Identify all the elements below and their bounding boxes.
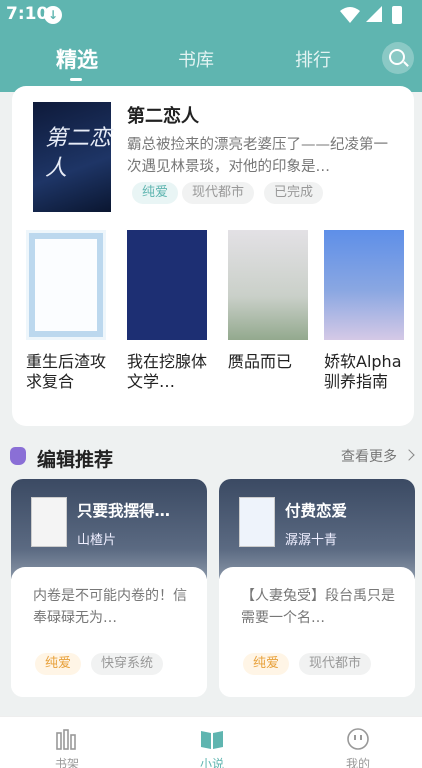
nav-label: 小说 bbox=[199, 757, 224, 768]
book-name: 赝品而已 bbox=[228, 352, 293, 371]
battery-icon bbox=[392, 6, 402, 24]
recommend-panel: 内卷是不可能内卷的！信奉碌碌无为… 纯爱 快穿系统 bbox=[11, 567, 207, 697]
book-cover bbox=[324, 230, 404, 340]
recommend-author: 潺潺十青 bbox=[285, 533, 338, 548]
recommend-card[interactable]: 付费恋爱 潺潺十青 【人妻兔受】段台禹只是需要一个名… 纯爱 现代都市 bbox=[219, 479, 415, 697]
recommend-tag: 快穿系统 bbox=[91, 653, 164, 675]
nav-profile[interactable]: 我的 bbox=[318, 717, 398, 768]
editor-section-icon bbox=[10, 447, 26, 465]
bottom-nav: 书架 小说 我的 bbox=[0, 716, 422, 768]
status-icons bbox=[340, 6, 410, 24]
recommend-tag: 现代都市 bbox=[299, 653, 372, 675]
nav-label: 书架 bbox=[54, 757, 79, 768]
chevron-right-icon[interactable] bbox=[403, 449, 415, 461]
recommend-desc: 内卷是不可能内卷的！信奉碌碌无为… bbox=[33, 588, 187, 626]
book-item[interactable]: 娇软Alpha驯养指南 bbox=[324, 230, 404, 392]
recommend-cover bbox=[31, 497, 67, 547]
recommend-panel: 【人妻兔受】段台禹只是需要一个名… 纯爱 现代都市 bbox=[219, 567, 415, 697]
profile-icon bbox=[347, 728, 369, 750]
book-item[interactable]: 赝品而已 bbox=[228, 230, 308, 372]
top-tabs: 精选 书库 排行 bbox=[0, 40, 422, 84]
book-cover bbox=[228, 230, 308, 340]
book-cover bbox=[26, 230, 106, 340]
recommend-title: 只要我摆得… bbox=[77, 502, 171, 520]
book-item[interactable]: 我在挖腺体文学… bbox=[127, 230, 207, 392]
recommend-desc: 【人妻兔受】段台禹只是需要一个名… bbox=[241, 588, 395, 626]
book-item[interactable]: 重生后渣攻求复合 bbox=[26, 230, 106, 392]
featured-cover[interactable]: 第二恋人 bbox=[33, 102, 111, 212]
download-icon: ↓ bbox=[44, 6, 62, 24]
tab-indicator bbox=[70, 78, 82, 81]
status-time: 7:10 bbox=[6, 4, 49, 24]
wifi-icon bbox=[340, 7, 360, 23]
featured-card: 第二恋人 第二恋人 霸总被捡来的漂亮老婆压了——纪凌第一次遇见林景琰，对他的印象… bbox=[12, 86, 414, 426]
search-button[interactable] bbox=[382, 42, 414, 74]
featured-tag: 纯爱 bbox=[132, 182, 179, 204]
book-cover bbox=[127, 230, 207, 340]
nav-label: 我的 bbox=[345, 757, 370, 768]
book-name: 重生后渣攻求复合 bbox=[26, 352, 107, 391]
see-more-link[interactable]: 查看更多 bbox=[341, 446, 397, 466]
tab-selected[interactable]: 精选 bbox=[56, 44, 98, 74]
recommend-title: 付费恋爱 bbox=[285, 502, 348, 520]
featured-cover-title: 第二恋人 bbox=[45, 126, 112, 181]
recommend-tag: 纯爱 bbox=[35, 653, 82, 675]
featured-description: 霸总被捡来的漂亮老婆压了——纪凌第一次遇见林景琰，对他的印象是… bbox=[127, 137, 388, 175]
featured-tag: 现代都市 bbox=[182, 182, 255, 204]
open-book-icon bbox=[201, 731, 223, 749]
recommend-cover bbox=[239, 497, 275, 547]
featured-tag: 已完成 bbox=[264, 182, 324, 204]
tab-ranking[interactable]: 排行 bbox=[295, 46, 331, 72]
recommend-author: 山楂片 bbox=[77, 533, 117, 548]
tab-library[interactable]: 书库 bbox=[178, 46, 214, 72]
signal-icon bbox=[366, 6, 382, 22]
recommend-card[interactable]: 只要我摆得… 山楂片 内卷是不可能内卷的！信奉碌碌无为… 纯爱 快穿系统 bbox=[11, 479, 207, 697]
status-bar: 7:10 ↓ bbox=[0, 0, 422, 30]
featured-title[interactable]: 第二恋人 bbox=[127, 102, 199, 128]
book-name: 娇软Alpha驯养指南 bbox=[324, 352, 402, 391]
bookshelf-icon bbox=[56, 729, 76, 750]
recommend-tag: 纯爱 bbox=[243, 653, 290, 675]
book-name: 我在挖腺体文学… bbox=[127, 352, 208, 391]
nav-novels[interactable]: 小说 bbox=[172, 717, 252, 768]
app-header: 7:10 ↓ 精选 书库 排行 bbox=[0, 0, 422, 92]
nav-bookshelf[interactable]: 书架 bbox=[27, 717, 107, 768]
editor-section-title: 编辑推荐 bbox=[37, 449, 114, 471]
